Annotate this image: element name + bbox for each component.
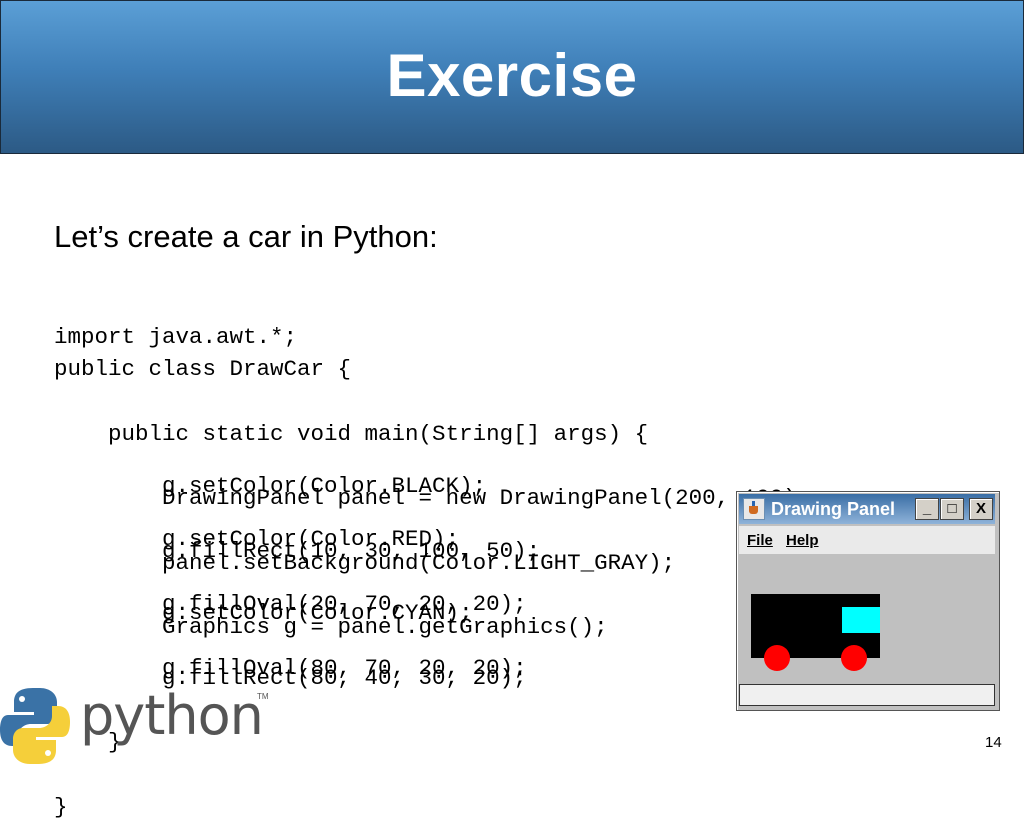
slide-header: Exercise [0,0,1024,154]
drawing-canvas[interactable] [739,554,995,682]
slide-subtitle: Let’s create a car in Python: [54,219,438,254]
car-window [842,607,880,633]
java-cup-icon[interactable] [743,498,765,520]
status-bar [739,684,995,706]
maximize-button[interactable]: □ [940,498,964,520]
car-wheel-front [841,645,867,671]
window-titlebar[interactable]: Drawing Panel _ □ X [739,494,995,524]
code-line: g.setColor(Color.CYAN); [54,600,473,626]
python-snakes-icon [0,688,70,764]
code-line: public class DrawCar { [54,356,352,382]
page-number: 14 [985,734,1002,751]
code-line: } [54,793,68,820]
car-drawing [751,594,880,671]
drawing-panel-window: Drawing Panel _ □ X File Help [736,491,1000,711]
python-logo: python TM [0,684,280,768]
window-title: Drawing Panel [771,499,896,519]
slide-title: Exercise [386,42,638,109]
trademark-symbol: TM [257,692,269,701]
menu-file[interactable]: File [747,532,773,549]
code-line: g.setColor(Color.RED); [54,526,460,552]
close-button[interactable]: X [969,498,993,520]
minimize-button[interactable]: _ [915,498,939,520]
python-wordmark: python [80,684,264,747]
car-wheel-back [764,645,790,671]
menu-help[interactable]: Help [786,532,819,549]
menu-bar: File Help [739,526,995,554]
